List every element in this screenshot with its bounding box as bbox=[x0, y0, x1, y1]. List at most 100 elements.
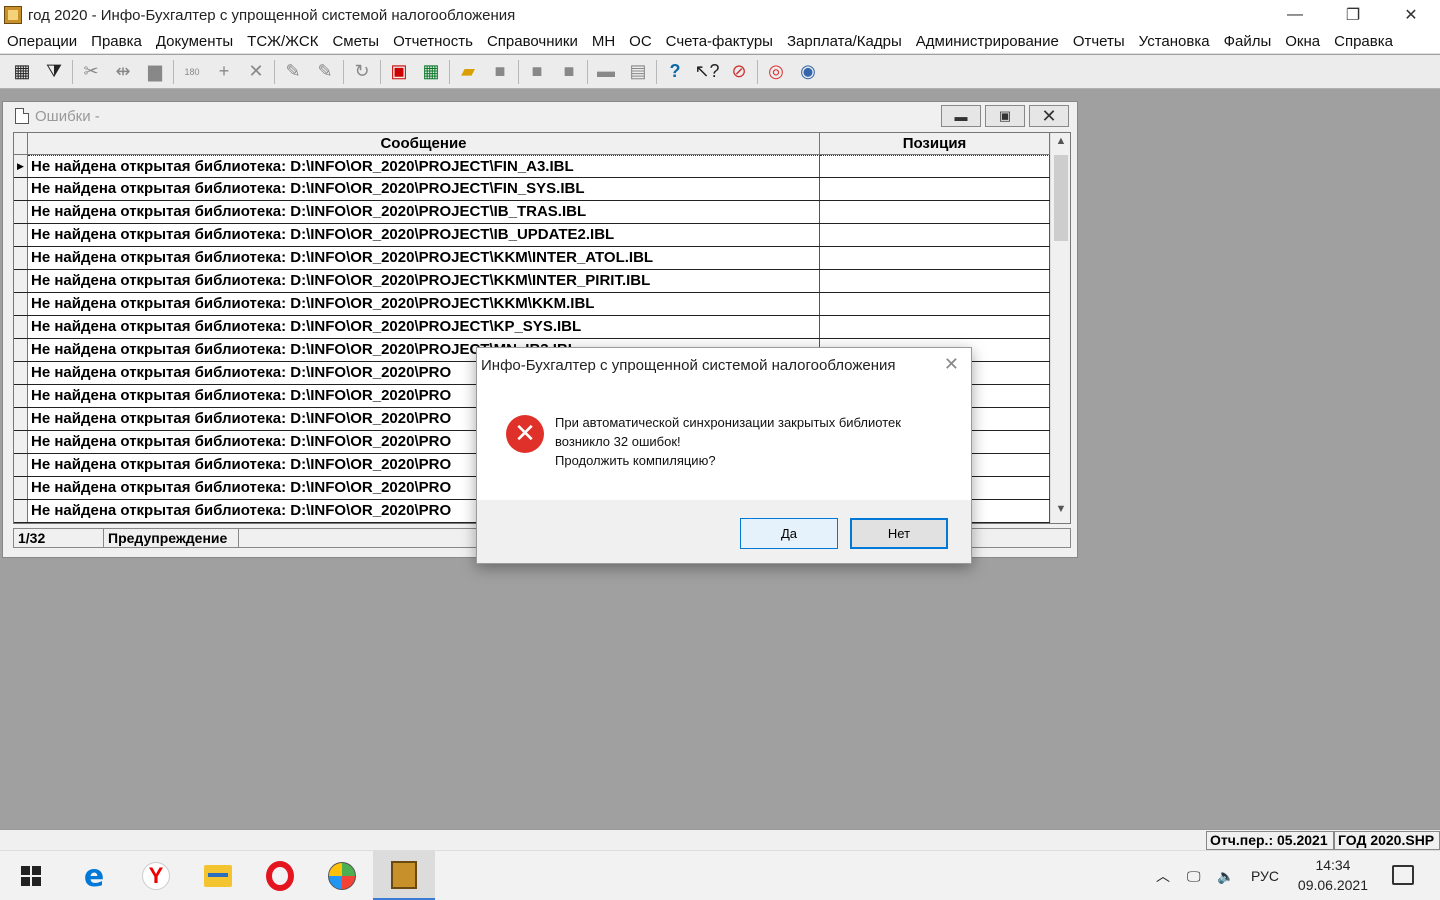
child-maximize-button[interactable]: ▣ bbox=[985, 105, 1025, 127]
square2-icon[interactable]: ■ bbox=[555, 59, 583, 85]
message-cell[interactable]: Не найдена открытая библиотека: D:\INFO\… bbox=[28, 178, 820, 200]
table-row[interactable]: ▶ Не найдена открытая библиотека: D:\INFO… bbox=[14, 155, 1070, 178]
child-minimize-button[interactable]: ▬ bbox=[941, 105, 981, 127]
paste-icon[interactable]: ▆ bbox=[141, 59, 169, 85]
position-cell[interactable] bbox=[820, 201, 1050, 223]
refresh-icon[interactable]: ↻ bbox=[348, 59, 376, 85]
vertical-scrollbar[interactable]: ▲ ▼ bbox=[1050, 133, 1070, 523]
menu-references[interactable]: Справочники bbox=[480, 33, 585, 50]
table-row[interactable]: Не найдена открытая библиотека: D:\INFO\… bbox=[14, 316, 1070, 339]
position-cell[interactable] bbox=[820, 155, 1050, 177]
column-header-message[interactable]: Сообщение bbox=[28, 133, 820, 154]
menu-setup[interactable]: Установка bbox=[1132, 33, 1217, 50]
menu-estimates[interactable]: Сметы bbox=[325, 33, 386, 50]
square-icon[interactable]: ■ bbox=[523, 59, 551, 85]
filter-icon[interactable]: ⧩ bbox=[40, 59, 68, 85]
table-row[interactable]: Не найдена открытая библиотека: D:\INFO\… bbox=[14, 178, 1070, 201]
scroll-up-icon[interactable]: ▲ bbox=[1051, 135, 1070, 153]
table-row[interactable]: Не найдена открытая библиотека: D:\INFO\… bbox=[14, 247, 1070, 270]
app-icon[interactable] bbox=[4, 6, 22, 24]
column-header-position[interactable]: Позиция bbox=[820, 133, 1050, 154]
position-cell[interactable] bbox=[820, 293, 1050, 315]
taskbar-globe-app[interactable] bbox=[311, 851, 373, 900]
tool-icon[interactable]: ✎ bbox=[279, 59, 307, 85]
menu-tszh[interactable]: ТСЖ/ЖСК bbox=[240, 33, 325, 50]
window-controls: — ❐ ✕ bbox=[1266, 0, 1440, 30]
message-cell[interactable]: Не найдена открытая библиотека: D:\INFO\… bbox=[28, 316, 820, 338]
menu-reporting[interactable]: Отчетность bbox=[386, 33, 480, 50]
position-cell[interactable] bbox=[820, 224, 1050, 246]
dialog-message-line: Продолжить компиляцию? bbox=[555, 453, 716, 468]
menu-documents[interactable]: Документы bbox=[149, 33, 240, 50]
minimize-button[interactable]: — bbox=[1266, 0, 1324, 30]
compass-icon[interactable]: ⊘ bbox=[725, 59, 753, 85]
taskbar-info-buhgalter[interactable] bbox=[373, 851, 435, 900]
taskbar: e Y ︿ 🖵 🔈 РУС 14:34 09.06.2021 bbox=[0, 850, 1440, 900]
print-icon[interactable]: ▬ bbox=[592, 59, 620, 85]
message-cell[interactable]: Не найдена открытая библиотека: D:\INFO\… bbox=[28, 201, 820, 223]
cut-icon[interactable]: ✂ bbox=[77, 59, 105, 85]
no-button[interactable]: Нет bbox=[850, 518, 948, 549]
menu-edit[interactable]: Правка bbox=[84, 33, 149, 50]
scroll-down-icon[interactable]: ▼ bbox=[1051, 503, 1070, 521]
message-cell[interactable]: Не найдена открытая библиотека: D:\INFO\… bbox=[28, 293, 820, 315]
preview-icon[interactable]: ▤ bbox=[624, 59, 652, 85]
taskbar-explorer[interactable] bbox=[187, 851, 249, 900]
open-folder-icon[interactable]: ▰ bbox=[454, 59, 482, 85]
table-row[interactable]: Не найдена открытая библиотека: D:\INFO\… bbox=[14, 224, 1070, 247]
tool2-icon[interactable]: ✎ bbox=[311, 59, 339, 85]
menu-bar: Операции Правка Документы ТСЖ/ЖСК Сметы … bbox=[0, 30, 1440, 54]
menu-os[interactable]: ОС bbox=[622, 33, 659, 50]
network-tray-icon[interactable]: 🖵 bbox=[1187, 851, 1201, 900]
menu-windows[interactable]: Окна bbox=[1278, 33, 1327, 50]
position-cell[interactable] bbox=[820, 270, 1050, 292]
menu-administration[interactable]: Администрирование bbox=[909, 33, 1066, 50]
table-row[interactable]: Не найдена открытая библиотека: D:\INFO\… bbox=[14, 270, 1070, 293]
table-row[interactable]: Не найдена открытая библиотека: D:\INFO\… bbox=[14, 201, 1070, 224]
close-button[interactable]: ✕ bbox=[1382, 0, 1440, 30]
notification-icon[interactable] bbox=[1392, 865, 1414, 885]
whats-this-icon[interactable]: ↖? bbox=[693, 59, 721, 85]
numbering-icon[interactable]: 180 bbox=[178, 59, 206, 85]
position-cell[interactable] bbox=[820, 247, 1050, 269]
table-icon[interactable]: ▦ bbox=[8, 59, 36, 85]
position-cell[interactable] bbox=[820, 178, 1050, 200]
calendar-icon[interactable]: ▣ bbox=[385, 59, 413, 85]
toolbar-separator bbox=[757, 59, 758, 84]
lifebuoy-icon[interactable]: ◎ bbox=[762, 59, 790, 85]
start-button[interactable] bbox=[0, 851, 62, 900]
help-icon[interactable]: ? bbox=[661, 59, 689, 85]
delete-icon[interactable]: ✕ bbox=[242, 59, 270, 85]
tray-chevron-icon[interactable]: ︿ bbox=[1156, 851, 1170, 900]
menu-reports[interactable]: Отчеты bbox=[1066, 33, 1132, 50]
menu-operations[interactable]: Операции bbox=[0, 33, 84, 50]
taskbar-opera[interactable] bbox=[249, 851, 311, 900]
menu-files[interactable]: Файлы bbox=[1217, 33, 1279, 50]
language-indicator[interactable]: РУС bbox=[1251, 851, 1279, 900]
message-cell[interactable]: Не найдена открытая библиотека: D:\INFO\… bbox=[28, 247, 820, 269]
calculator-icon[interactable]: ▦ bbox=[417, 59, 445, 85]
menu-mn[interactable]: МН bbox=[585, 33, 622, 50]
volume-icon[interactable]: 🔈 bbox=[1217, 851, 1234, 900]
save-icon[interactable]: ■ bbox=[486, 59, 514, 85]
message-cell[interactable]: Не найдена открытая библиотека: D:\INFO\… bbox=[28, 270, 820, 292]
table-row[interactable]: Не найдена открытая библиотека: D:\INFO\… bbox=[14, 293, 1070, 316]
menu-salary[interactable]: Зарплата/Кадры bbox=[780, 33, 909, 50]
split-icon[interactable]: ⇹ bbox=[109, 59, 137, 85]
network-icon[interactable]: ◉ bbox=[794, 59, 822, 85]
add-icon[interactable]: + bbox=[210, 59, 238, 85]
edge-icon: e bbox=[83, 858, 105, 894]
yes-button[interactable]: Да bbox=[740, 518, 838, 549]
message-cell[interactable]: Не найдена открытая библиотека: D:\INFO\… bbox=[28, 224, 820, 246]
child-close-button[interactable]: ✕ bbox=[1029, 105, 1069, 127]
menu-invoices[interactable]: Счета-фактуры bbox=[659, 33, 780, 50]
clock[interactable]: 14:34 09.06.2021 bbox=[1298, 855, 1368, 895]
message-cell[interactable]: Не найдена открытая библиотека: D:\INFO\… bbox=[28, 155, 820, 177]
scroll-thumb[interactable] bbox=[1054, 155, 1068, 241]
position-cell[interactable] bbox=[820, 316, 1050, 338]
taskbar-yandex[interactable]: Y bbox=[125, 851, 187, 900]
taskbar-edge[interactable]: e bbox=[63, 851, 125, 900]
maximize-button[interactable]: ❐ bbox=[1324, 0, 1382, 30]
dialog-close-icon[interactable]: ✕ bbox=[944, 354, 959, 375]
menu-help[interactable]: Справка bbox=[1327, 33, 1400, 50]
